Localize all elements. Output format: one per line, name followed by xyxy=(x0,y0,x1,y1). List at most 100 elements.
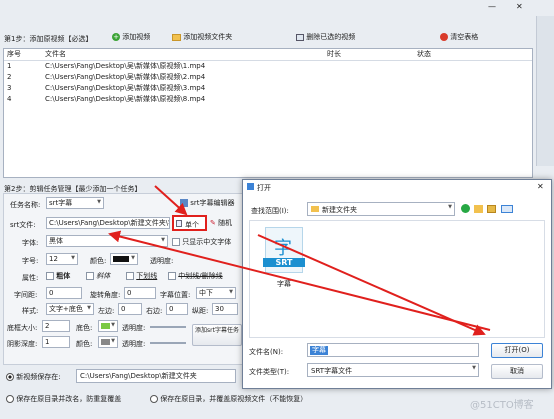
shadow-opacity-slider[interactable] xyxy=(150,342,186,344)
size-label: 字号: xyxy=(22,257,39,265)
right-label: 右边: xyxy=(146,307,163,315)
filetype-select[interactable]: SRT字幕文件 xyxy=(307,363,479,377)
lookin-select[interactable]: 新建文件夹 xyxy=(307,202,455,216)
add-folder-button[interactable]: 添加视频文件夹 xyxy=(172,32,252,44)
position-select[interactable]: 中下 xyxy=(196,287,236,299)
view-menu-icon[interactable] xyxy=(501,205,513,213)
shadow-input[interactable]: 1 xyxy=(42,336,70,348)
edit-icon xyxy=(180,199,188,207)
bottom-label: 纵距: xyxy=(192,307,209,315)
spacing-input[interactable]: 0 xyxy=(46,287,82,299)
new-folder-icon[interactable] xyxy=(487,205,496,213)
left-label: 左边: xyxy=(98,307,115,315)
right-input[interactable]: 0 xyxy=(166,303,188,315)
rename-option[interactable]: 保存在原目录并改名，防重复覆盖 xyxy=(6,394,146,404)
style-label: 样式: xyxy=(22,307,39,315)
spacing-label: 字间距: xyxy=(14,291,38,299)
table-row[interactable]: 3 C:\Users\Fang\Desktop\吴\新媒体\原视频\3.mp4 xyxy=(4,82,532,93)
position-label: 字幕位置: xyxy=(160,291,191,299)
step1-label: 第1步：添加原视频【必选】 xyxy=(4,35,93,43)
style-select[interactable]: 文字+底色 xyxy=(46,303,94,315)
dialog-close-button[interactable]: ✕ xyxy=(537,182,544,191)
srt-editor-button[interactable]: srt字幕编辑器 xyxy=(180,198,250,210)
new-save-path-input[interactable]: C:\Users\Fang\Desktop\新建文件夹 xyxy=(76,369,236,383)
overwrite-option[interactable]: 保存在原目录，并覆盖原视频文件（不能恢复） xyxy=(150,394,350,404)
strike-checkbox[interactable]: 中划线/删除线 xyxy=(168,271,238,281)
plus-icon: + xyxy=(112,33,120,41)
rotate-input[interactable]: 0 xyxy=(124,287,156,299)
file-item-srt[interactable]: 字 SRT 字幕 xyxy=(260,227,310,297)
filetype-label: 文件类型(T): xyxy=(249,368,290,376)
video-table[interactable]: 序号 文件名 时长 状态 1 C:\Users\Fang\Desktop\吴\新媒… xyxy=(3,48,533,178)
col-no: 序号 xyxy=(7,50,21,59)
bg-opacity-label: 透明度: xyxy=(122,324,146,332)
table-header: 序号 文件名 时长 状态 xyxy=(4,49,532,60)
srt-file-icon: 字 SRT xyxy=(263,227,305,273)
size-select[interactable]: 12 xyxy=(46,253,78,265)
close-button[interactable]: ✕ xyxy=(516,2,523,11)
random-button[interactable]: ✎ 随机 xyxy=(210,218,245,230)
bg-size-input[interactable]: 2 xyxy=(42,320,70,332)
lookin-label: 查找范围(I): xyxy=(251,207,289,215)
table-row[interactable]: 4 C:\Users\Fang\Desktop\吴\新媒体\原视频\8.mp4 xyxy=(4,93,532,104)
col-duration: 时长 xyxy=(327,50,341,59)
watermark: @51CTO博客 xyxy=(470,400,534,411)
open-button[interactable]: 打开(O) xyxy=(491,343,543,358)
color-label: 颜色: xyxy=(90,257,107,265)
bg-opacity-slider[interactable] xyxy=(150,326,186,328)
filename-input[interactable]: 字幕 xyxy=(307,343,479,357)
open-dialog: 打开 ✕ 查找范围(I): 新建文件夹 字 SRT 字幕 文件名(N): 字幕 … xyxy=(242,179,552,389)
up-folder-icon[interactable] xyxy=(474,205,483,213)
underline-checkbox[interactable]: 下划线 xyxy=(126,271,166,281)
col-file: 文件名 xyxy=(45,50,66,59)
task-name-label: 任务名称: xyxy=(10,201,41,209)
back-icon[interactable] xyxy=(461,204,470,213)
task-name-select[interactable]: srt字幕 xyxy=(46,197,104,209)
radio-checked xyxy=(6,373,14,381)
single-button[interactable]: 单个 xyxy=(172,215,207,231)
attr-label: 属性: xyxy=(22,274,39,282)
minimize-button[interactable]: — xyxy=(488,2,496,11)
col-status: 状态 xyxy=(417,50,431,59)
font-color-picker[interactable] xyxy=(110,253,138,265)
file-list[interactable]: 字 SRT 字幕 xyxy=(249,220,545,338)
srt-file-input[interactable]: C:\Users\Fang\Desktop\新建文件夹\字 xyxy=(46,217,170,229)
folder-icon xyxy=(311,206,319,212)
window-controls: — ✕ xyxy=(476,0,554,16)
clear-table-button[interactable]: 清空表格 xyxy=(440,32,504,44)
step1-toolbar: 第1步：添加原视频【必选】 + 添加视频 添加视频文件夹 删除已选的视频 清空表… xyxy=(0,30,536,46)
bg-color-picker[interactable] xyxy=(98,320,118,332)
only-chinese-checkbox[interactable]: 只显示中文字体 xyxy=(172,237,247,247)
rotate-label: 旋转角度: xyxy=(90,291,121,299)
bg-color-label: 底色: xyxy=(76,324,93,332)
video-table-grid: 序号 文件名 时长 状态 1 C:\Users\Fang\Desktop\吴\新媒… xyxy=(4,49,532,104)
delete-selected-button[interactable]: 删除已选的视频 xyxy=(296,32,376,44)
folder-plus-icon xyxy=(172,33,181,41)
cancel-button[interactable]: 取消 xyxy=(491,364,543,379)
dialog-title: 打开 xyxy=(257,184,271,192)
pencil-icon: ✎ xyxy=(210,219,216,227)
opacity-label: 透明度: xyxy=(150,257,174,265)
srt-file-label: srt文件: xyxy=(10,221,36,229)
color-swatch xyxy=(101,339,110,345)
italic-checkbox[interactable]: 斜体 xyxy=(86,271,120,281)
right-scroll-strip xyxy=(536,16,554,166)
left-input[interactable]: 0 xyxy=(118,303,142,315)
shadow-opacity-label: 透明度: xyxy=(122,340,146,348)
add-video-button[interactable]: + 添加视频 xyxy=(112,32,172,44)
filename-label: 文件名(N): xyxy=(249,348,284,356)
table-row[interactable]: 2 C:\Users\Fang\Desktop\吴\新媒体\原视频\2.mp4 xyxy=(4,71,532,82)
clear-icon xyxy=(440,33,448,41)
color-swatch xyxy=(101,323,110,329)
new-save-option[interactable]: 新视频保存在: xyxy=(6,372,86,382)
font-select[interactable]: 黑体 xyxy=(46,235,168,247)
shadow-color-picker[interactable] xyxy=(98,336,118,348)
dialog-titlebar: 打开 ✕ xyxy=(243,180,551,194)
add-task-button[interactable]: 添加srt字幕任务 xyxy=(192,324,242,346)
file-icon xyxy=(176,220,182,227)
bottom-input[interactable]: 30 xyxy=(212,303,238,315)
font-label: 字体: xyxy=(22,239,39,247)
delete-icon xyxy=(296,33,304,41)
bold-checkbox[interactable]: 粗体 xyxy=(46,271,80,281)
table-row[interactable]: 1 C:\Users\Fang\Desktop\吴\新媒体\原视频\1.mp4 xyxy=(4,60,532,71)
